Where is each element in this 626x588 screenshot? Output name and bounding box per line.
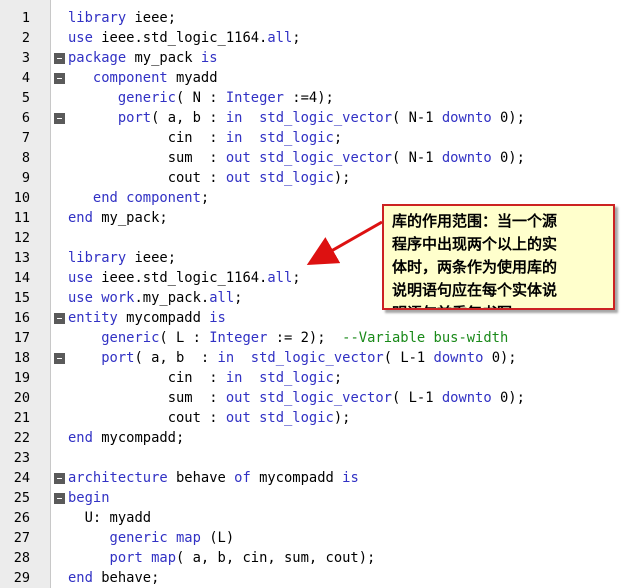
annotation-callout: 库的作用范围：当一个源 程序中出现两个以上的实 体时，两条作为使用库的 说明语句…: [382, 204, 615, 310]
callout-line-1: 库的作用范围：当一个源: [392, 212, 558, 230]
callout-line-2: 程序中出现两个以上的实: [392, 235, 558, 253]
callout-line-5: 明语句前重复书写。: [392, 302, 607, 308]
callout-line-3: 体时，两条作为使用库的: [392, 258, 558, 276]
callout-line-4: 说明语句应在每个实体说: [392, 281, 558, 299]
